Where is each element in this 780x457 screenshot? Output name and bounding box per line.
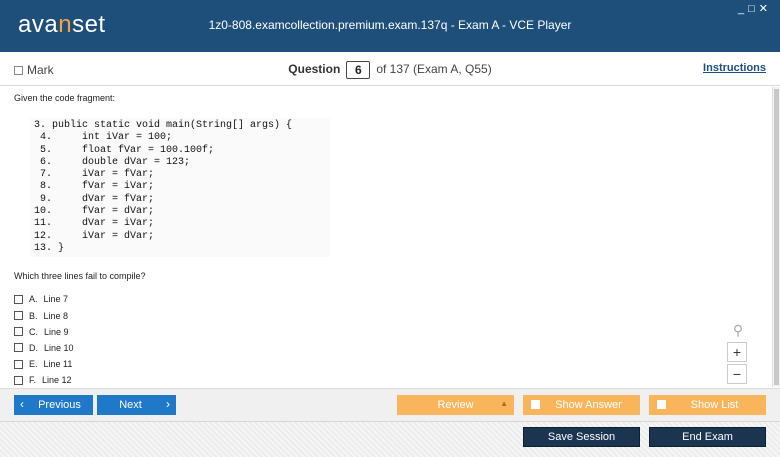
option-text: Line 11 (43, 359, 73, 370)
instructions-link[interactable]: Instructions (703, 62, 766, 74)
minimize-icon[interactable]: _ (738, 3, 748, 15)
review-label: Review (437, 399, 474, 411)
checkbox-icon[interactable] (14, 294, 23, 304)
answer-option[interactable]: A. Line 7 (14, 291, 758, 307)
option-letter: B. (29, 310, 38, 321)
code-fragment: 3. public static void main(String[] args… (30, 118, 330, 258)
answer-option[interactable]: C. Line 9 (14, 324, 758, 340)
checkbox-icon[interactable] (14, 375, 23, 385)
navigation-bar: ‹ Previous Next › Review ▲ Show Answer S… (0, 388, 780, 421)
answer-option[interactable]: D. Line 10 (14, 340, 758, 356)
question-total: of 137 (Exam A, Q55) (376, 62, 492, 77)
option-letter: D. (29, 342, 38, 353)
window-controls: _□✕ (738, 2, 772, 15)
review-button[interactable]: Review ▲ (397, 395, 514, 415)
zoom-controls: ⚲ + − (727, 322, 749, 386)
question-label: Question (288, 62, 341, 77)
question-text: Which three lines fail to compile? (14, 271, 146, 282)
question-number: Question 6 of 137 (Exam A, Q55) (0, 61, 780, 79)
option-letter: F. (29, 375, 37, 386)
next-label: Next (119, 399, 142, 411)
option-text: Line 12 (42, 375, 72, 386)
question-content: Given the code fragment: 3. public stati… (0, 87, 772, 387)
checkbox-icon[interactable] (14, 343, 23, 353)
option-text: Line 10 (44, 342, 74, 353)
zoom-out-button[interactable]: − (727, 364, 747, 384)
checkbox-icon[interactable] (14, 311, 23, 321)
option-text: Line 7 (43, 294, 69, 305)
question-number-input[interactable]: 6 (346, 61, 371, 79)
answer-options: A. Line 7 B. Line 8 C. Line 9 D. Line 10 E. Line … (14, 291, 758, 387)
title-bar: avanset 1z0-808.examcollection.premium.e… (0, 0, 780, 52)
checkbox-icon[interactable] (14, 359, 23, 369)
show-answer-label: Show Answer (555, 399, 622, 411)
option-letter: A. (29, 294, 38, 305)
answer-option[interactable]: E. Line 11 (14, 356, 758, 372)
question-bar: Mark Question 6 of 137 (Exam A, Q55) Instr… (0, 52, 780, 86)
show-list-label: Show List (690, 399, 739, 411)
zoom-in-button[interactable]: + (727, 342, 747, 362)
window-title: 1z0-808.examcollection.premium.exam.137q… (208, 18, 572, 32)
save-session-button[interactable]: Save Session (523, 427, 640, 447)
maximize-icon[interactable]: □ (748, 3, 759, 15)
show-list-button[interactable]: Show List (649, 395, 766, 415)
show-answer-button[interactable]: Show Answer (523, 395, 640, 415)
option-letter: C. (29, 326, 38, 337)
previous-button[interactable]: ‹ Previous (14, 395, 93, 415)
chevron-right-icon: › (166, 397, 170, 411)
scrollbar-thumb[interactable] (774, 89, 779, 385)
answer-option[interactable]: F. Line 12 (14, 372, 758, 387)
checkbox-icon[interactable] (14, 327, 23, 337)
magnifier-icon: ⚲ (732, 322, 744, 338)
option-text: Line 9 (44, 326, 69, 337)
close-icon[interactable]: ✕ (759, 3, 772, 15)
checkbox-icon (657, 400, 666, 409)
answer-option[interactable]: B. Line 8 (14, 307, 758, 323)
option-letter: E. (29, 359, 38, 370)
caret-up-icon: ▲ (500, 399, 508, 408)
vertical-scrollbar[interactable] (772, 87, 780, 387)
next-button[interactable]: Next › (97, 395, 176, 415)
previous-label: Previous (38, 399, 81, 411)
chevron-left-icon: ‹ (20, 397, 24, 411)
question-intro: Given the code fragment: (14, 93, 116, 103)
option-text: Line 8 (43, 310, 69, 321)
bottom-bar: Save Session End Exam (0, 421, 780, 457)
end-exam-button[interactable]: End Exam (649, 427, 766, 447)
checkbox-icon (531, 400, 540, 409)
